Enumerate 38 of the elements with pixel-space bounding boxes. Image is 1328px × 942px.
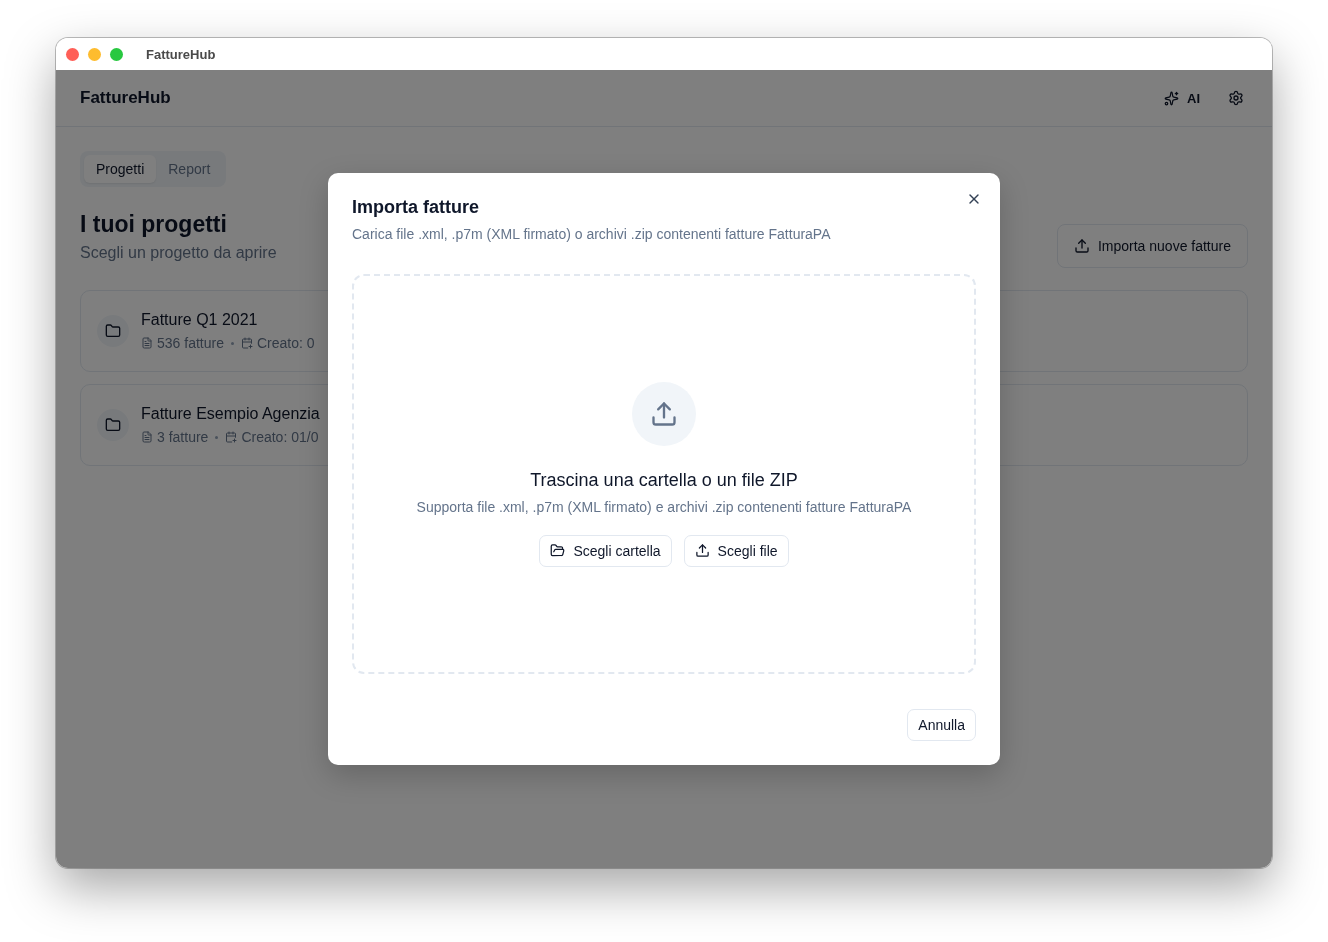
folder-icon bbox=[550, 543, 566, 558]
drop-zone-description: Supporta file .xml, .p7m (XML firmato) e archivi .zip contenenti fatture FatturaPA bbox=[416, 498, 912, 515]
dialog-title: Importa fatture bbox=[352, 197, 480, 218]
page-title: I tuoi progetti bbox=[80, 211, 228, 238]
separator-dot bbox=[215, 435, 219, 439]
created-date: Creato: 01/0 bbox=[241, 429, 319, 445]
close-window-button[interactable] bbox=[66, 47, 79, 61]
upload-icon bbox=[694, 543, 710, 558]
ai-button[interactable]: AI bbox=[1160, 86, 1204, 110]
choose-folder-button[interactable]: Scegli cartella bbox=[539, 534, 672, 567]
separator-dot bbox=[230, 341, 234, 345]
calendar-icon bbox=[225, 431, 238, 443]
created-date: Creato: 0 bbox=[256, 335, 315, 351]
drop-zone[interactable]: Trascina una cartella o un file ZIP Supporta file .xml, .p7m (XML firmato) e archivi .zip contenenti fatture FatturaPA Scegli cartella Scegli file bbox=[352, 274, 976, 674]
maximize-window-button[interactable] bbox=[110, 47, 123, 61]
cancel-button[interactable]: Annulla bbox=[907, 709, 976, 741]
invoice-count: 3 fatture bbox=[157, 429, 209, 445]
import-button[interactable]: Importa nuove fatture bbox=[1056, 224, 1248, 268]
dialog-description: Carica file .xml, .p7m (XML firmato) o archivi .zip contenenti fatture FatturaPA bbox=[352, 226, 832, 242]
settings-icon bbox=[1228, 90, 1244, 106]
choose-file-button[interactable]: Scegli file bbox=[683, 534, 789, 567]
sparkles-icon bbox=[1164, 90, 1179, 106]
folder-icon bbox=[97, 409, 129, 441]
drop-zone-title: Trascina una cartella o un file ZIP bbox=[530, 469, 798, 491]
document-icon bbox=[141, 337, 153, 349]
page-subtitle: Scegli un progetto da aprire bbox=[80, 244, 277, 262]
document-icon bbox=[141, 431, 153, 443]
invoice-count: 536 fatture bbox=[157, 335, 224, 351]
minimize-window-button[interactable] bbox=[88, 47, 101, 61]
folder-icon bbox=[97, 315, 129, 347]
calendar-icon bbox=[240, 337, 253, 349]
upload-icon bbox=[1073, 238, 1090, 254]
tab[interactable]: Report bbox=[156, 155, 223, 183]
window-title: FattureHub bbox=[146, 46, 216, 62]
tab[interactable]: Progetti bbox=[84, 155, 157, 183]
project-name: Fatture Q1 2021 bbox=[141, 311, 259, 329]
project-name: Fatture Esempio Agenzia bbox=[141, 405, 320, 423]
app-brand: FattureHub bbox=[80, 88, 171, 108]
